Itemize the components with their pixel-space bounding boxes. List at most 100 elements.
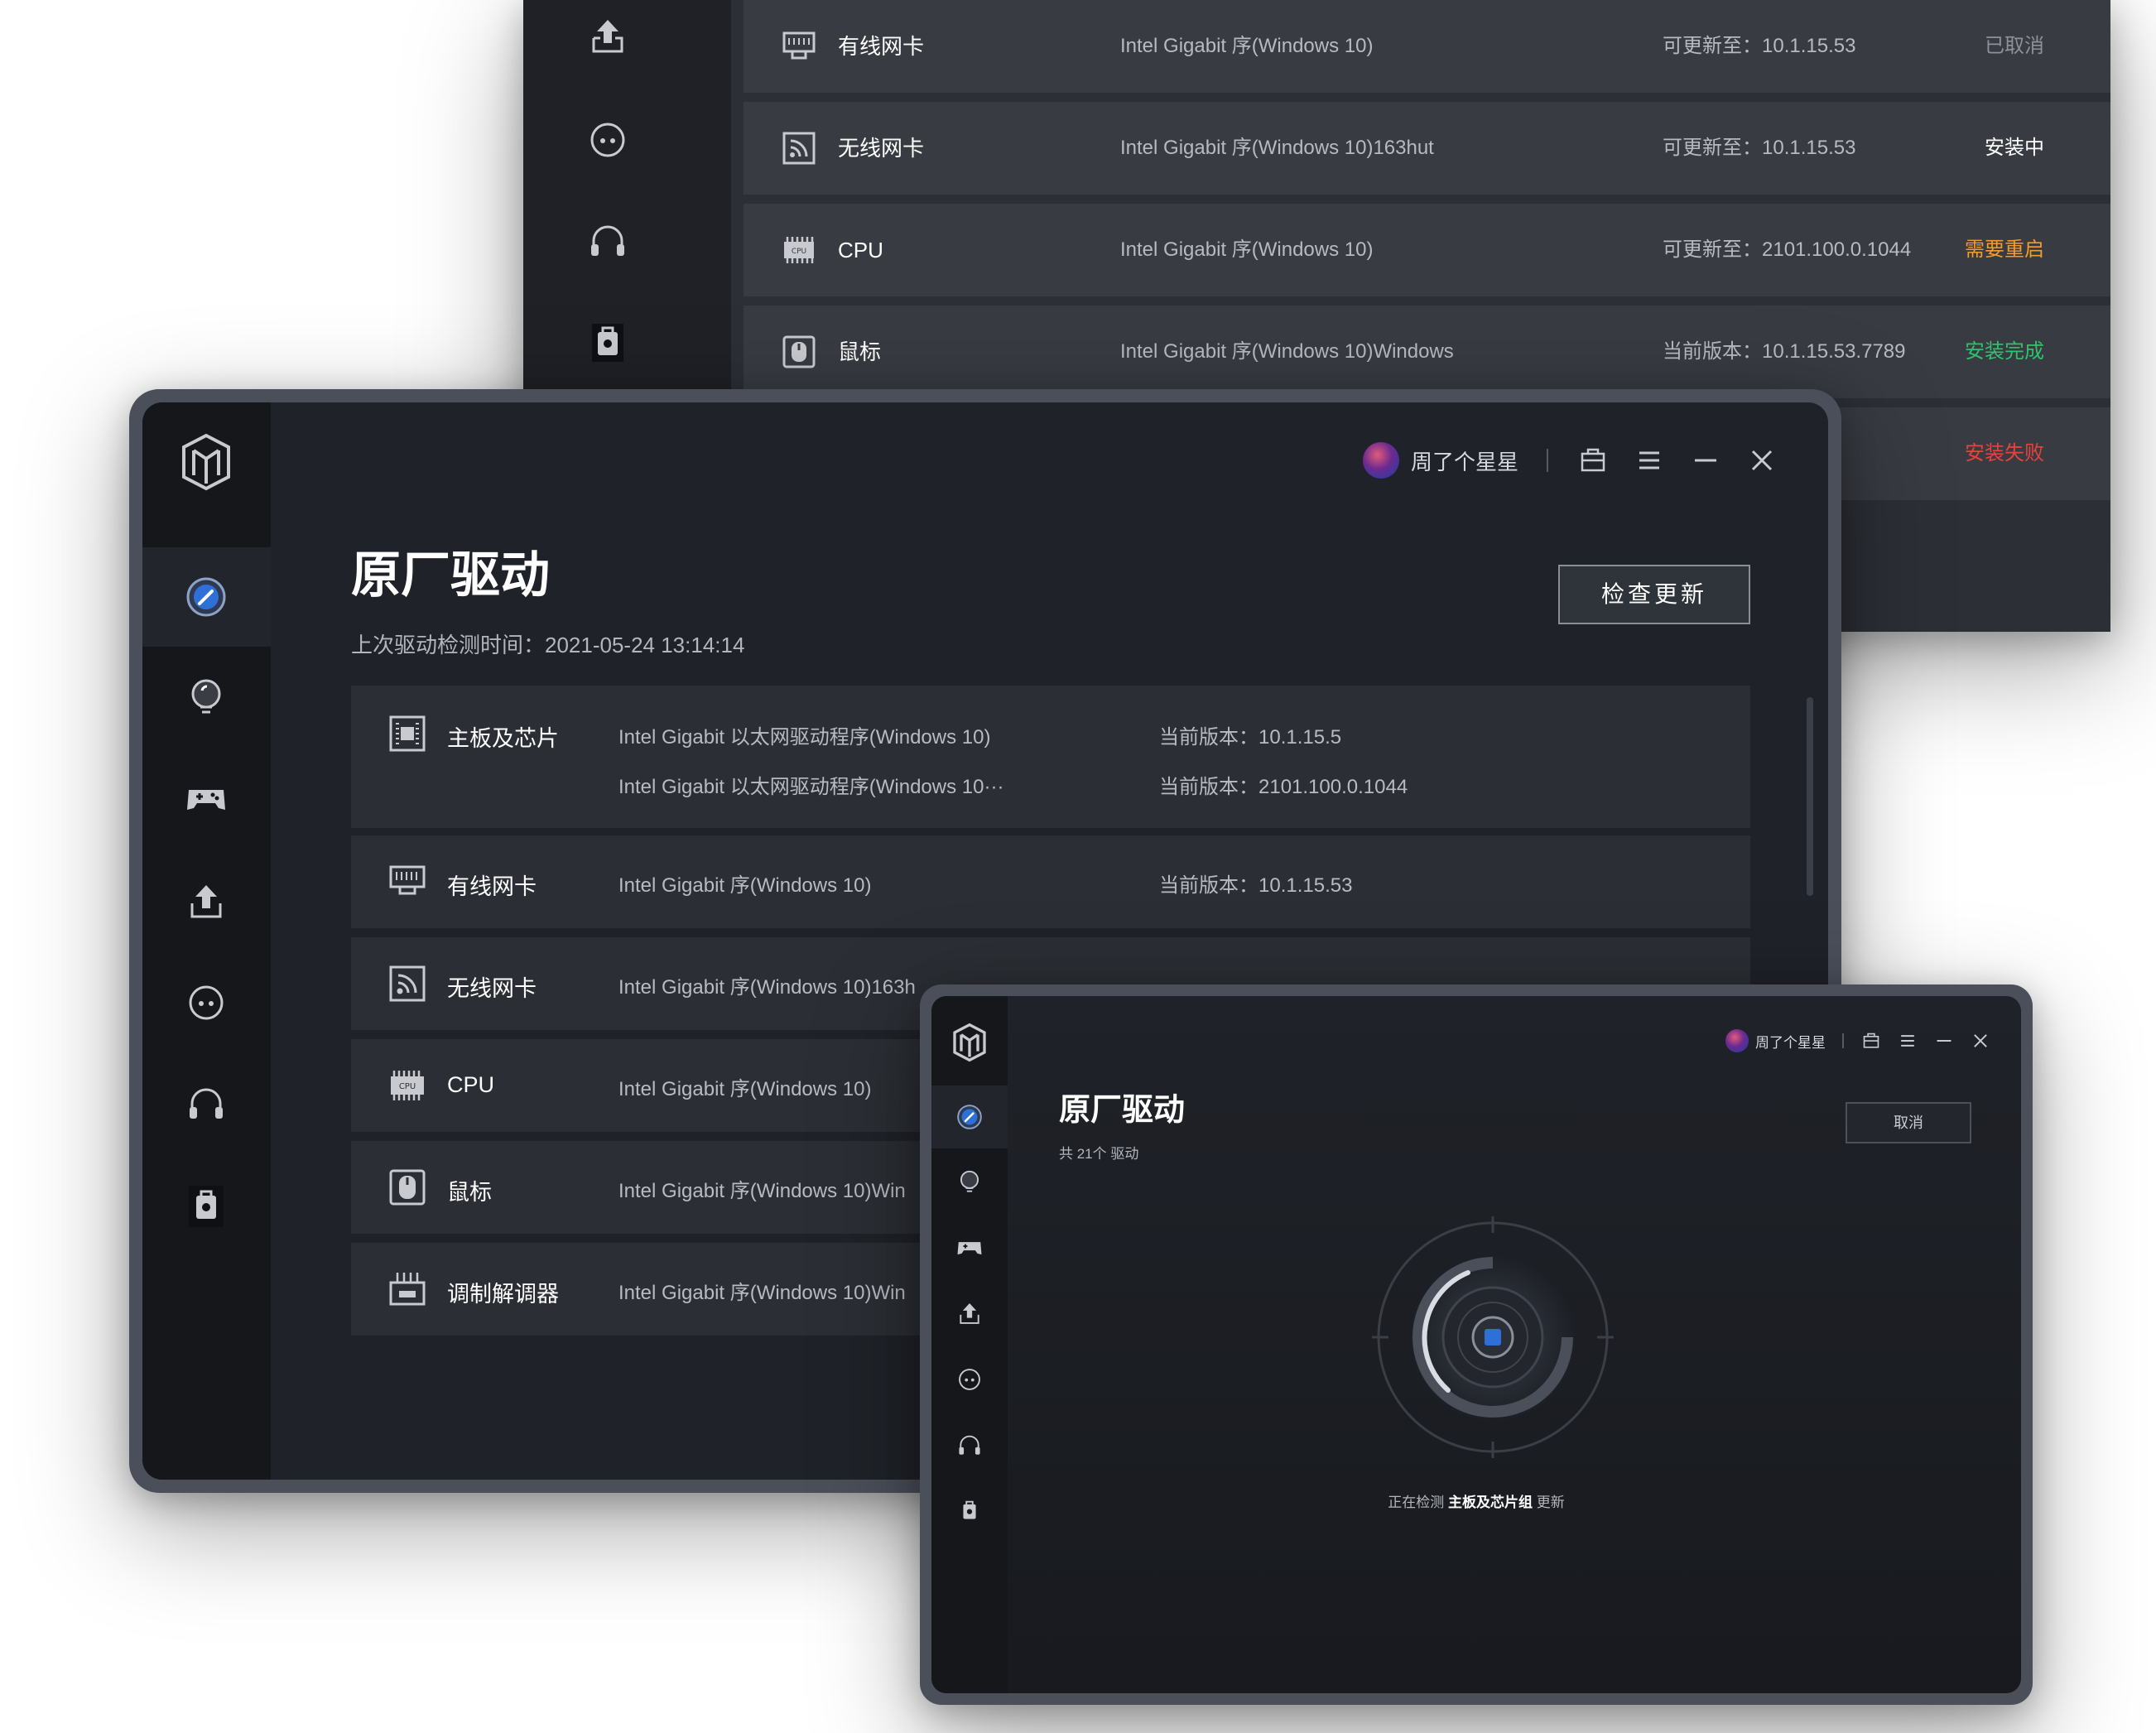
menu-icon[interactable] [1897, 1030, 1918, 1052]
headset-icon[interactable] [955, 1432, 984, 1460]
driver-version: 当前版本：2101.100.0.1044 [1159, 776, 1408, 798]
status-label: 安装中 [1985, 137, 2044, 159]
headset-icon[interactable] [184, 1082, 229, 1127]
last-check-time: 上次驱动检测时间：2021-05-24 13:14:14 [351, 633, 745, 657]
ethernet-card-icon [389, 865, 426, 895]
sidebar [142, 402, 271, 1480]
username[interactable]: 周了个星星 [1755, 1031, 1826, 1052]
app-logo-icon [953, 1023, 986, 1062]
app-logo-icon [182, 433, 230, 491]
toolbox-icon[interactable] [585, 320, 630, 365]
driver-version: 当前版本：10.1.15.5 [1159, 726, 1342, 749]
speedometer-icon[interactable] [184, 575, 229, 619]
driver-description: Intel Gigabit 序(Windows 10) [1120, 35, 1374, 57]
driver-description: Intel Gigabit 序(Windows 10) [618, 1078, 872, 1100]
status-label: 安装失败 [1965, 442, 2044, 465]
title-bar: 周了个星星 [1725, 1026, 1991, 1056]
bulb-icon[interactable] [184, 676, 229, 720]
scan-status: 正在检测 主板及芯片组 更新 [931, 1490, 2021, 1511]
scrollbar[interactable] [1807, 697, 1813, 896]
driver-description: Intel Gigabit 序(Windows 10) [1120, 238, 1374, 261]
driver-description: Intel Gigabit 序(Windows 10)163hut [1120, 137, 1434, 159]
driver-version: 可更新至：10.1.15.53 [1663, 137, 1856, 159]
driver-version: 可更新至：2101.100.0.1044 [1663, 238, 1912, 261]
driver-description: Intel Gigabit 序(Windows 10)Windows [1120, 340, 1454, 363]
close-icon[interactable] [1745, 444, 1778, 477]
modem-icon [389, 1273, 426, 1306]
mouse-icon [782, 335, 816, 368]
status-label: 需要重启 [1965, 238, 2044, 261]
briefcase-icon[interactable] [1860, 1030, 1882, 1052]
device-name: 有线网卡 [447, 874, 537, 899]
driver-description: Intel Gigabit 序(Windows 10) [618, 874, 872, 897]
device-name: 鼠标 [838, 339, 882, 364]
title-bar: 周了个星星 [1362, 437, 1778, 484]
driver-description: Intel Gigabit 序(Windows 10)163h [618, 976, 916, 999]
avatar[interactable] [1362, 442, 1399, 479]
check-update-button[interactable]: 检查更新 [1558, 565, 1750, 624]
divider [1547, 449, 1548, 472]
device-name: 调制解调器 [447, 1282, 559, 1307]
driver-version: 当前版本：10.1.15.53.7789 [1663, 340, 1906, 363]
device-name: 有线网卡 [838, 34, 925, 59]
scan-target: 主板及芯片组 [1448, 1495, 1533, 1510]
device-name: CPU [838, 238, 883, 262]
chat-icon[interactable] [955, 1365, 984, 1394]
chat-icon[interactable] [184, 980, 229, 1025]
device-name: 无线网卡 [447, 976, 537, 1001]
wireless-card-icon [782, 132, 816, 165]
gamepad-icon[interactable] [184, 777, 229, 821]
driver-description: Intel Gigabit 以太网驱动程序(Windows 10) [618, 726, 991, 749]
minimize-icon[interactable] [1689, 444, 1722, 477]
status-label: 已取消 [1985, 35, 2044, 57]
driver-description: Intel Gigabit 序(Windows 10)Win [618, 1180, 906, 1202]
scan-window: 周了个星星 原厂驱动 共 21个 驱动 取消 正在检测 主板及芯片组 更新 [920, 984, 2033, 1705]
list-item[interactable]: 有线网卡 Intel Gigabit 序(Windows 10) 当前版本：10… [351, 835, 1750, 928]
mouse-icon [389, 1169, 426, 1206]
list-item[interactable]: CPU CPU Intel Gigabit 序(Windows 10) 可更新至… [744, 204, 2110, 296]
scan-status-prefix: 正在检测 [1388, 1495, 1445, 1510]
svg-text:CPU: CPU [792, 248, 806, 256]
scan-radar-icon [1372, 1216, 1614, 1458]
list-item[interactable]: 无线网卡 Intel Gigabit 序(Windows 10)163hut 可… [744, 102, 2110, 195]
device-name: 主板及芯片 [447, 726, 559, 751]
svg-text:CPU: CPU [399, 1082, 416, 1091]
cpu-icon: CPU [784, 237, 814, 263]
device-name: CPU [447, 1072, 495, 1097]
ethernet-card-icon [782, 31, 816, 60]
driver-description: Intel Gigabit 以太网驱动程序(Windows 10··· [618, 776, 1004, 798]
list-item[interactable]: 主板及芯片 Intel Gigabit 以太网驱动程序(Windows 10) … [351, 686, 1750, 828]
upload-icon[interactable] [585, 13, 630, 58]
motherboard-icon [389, 715, 426, 752]
avatar[interactable] [1725, 1029, 1749, 1052]
page-title: 原厂驱动 [1059, 1093, 1186, 1128]
driver-description: Intel Gigabit 序(Windows 10)Win [618, 1282, 906, 1304]
sidebar [931, 996, 1008, 1693]
driver-version: 可更新至：10.1.15.53 [1663, 35, 1856, 57]
speedometer-icon[interactable] [955, 1103, 984, 1131]
device-name: 无线网卡 [838, 136, 925, 161]
toolbox-icon[interactable] [184, 1184, 229, 1229]
status-label: 安装完成 [1965, 340, 2044, 363]
gamepad-icon[interactable] [955, 1234, 984, 1262]
driver-count: 共 21个 驱动 [1059, 1146, 1139, 1162]
minimize-icon[interactable] [1933, 1030, 1955, 1052]
divider [1842, 1033, 1844, 1048]
briefcase-icon[interactable] [1576, 444, 1610, 477]
headset-icon[interactable] [585, 219, 630, 264]
cancel-button[interactable]: 取消 [1846, 1102, 1971, 1143]
list-item[interactable]: 鼠标 Intel Gigabit 序(Windows 10)Windows 当前… [744, 306, 2110, 398]
driver-version: 当前版本：10.1.15.53 [1159, 874, 1353, 897]
cpu-icon: CPU [391, 1071, 424, 1100]
menu-icon[interactable] [1633, 444, 1666, 477]
upload-icon[interactable] [184, 879, 229, 923]
close-icon[interactable] [1970, 1030, 1991, 1052]
chat-icon[interactable] [585, 118, 630, 162]
username[interactable]: 周了个星星 [1411, 445, 1518, 476]
upload-icon[interactable] [955, 1299, 984, 1327]
scan-status-suffix: 更新 [1536, 1495, 1565, 1510]
wireless-card-icon [389, 965, 426, 1002]
bulb-icon[interactable] [955, 1168, 984, 1196]
list-item[interactable]: 有线网卡 Intel Gigabit 序(Windows 10) 可更新至：10… [744, 0, 2110, 93]
page-title: 原厂驱动 [351, 547, 550, 603]
